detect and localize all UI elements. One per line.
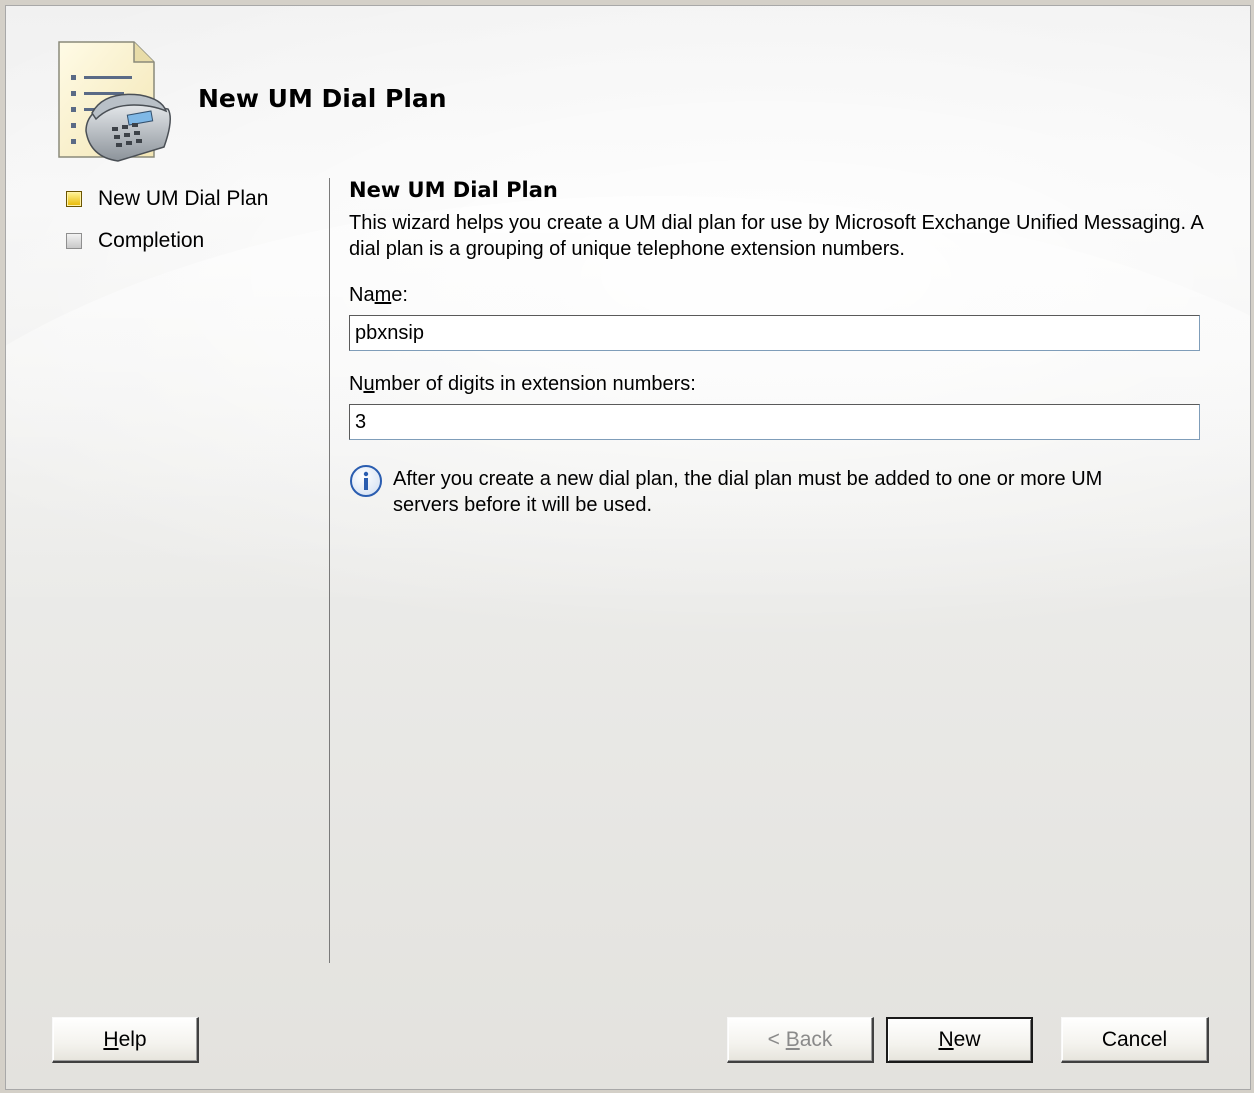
info-icon — [350, 465, 382, 497]
extension-digits-input[interactable] — [349, 404, 1200, 440]
wizard-content: New UM Dial Plan This wizard helps you c… — [349, 178, 1204, 518]
step-label: Completion — [98, 229, 205, 252]
info-note: After you create a new dial plan, the di… — [349, 465, 1204, 518]
step-label: New UM Dial Plan — [98, 187, 269, 210]
name-input[interactable] — [349, 315, 1200, 351]
steps-divider — [329, 178, 330, 963]
wizard-window: New UM Dial Plan New UM Dial Plan Comple… — [5, 5, 1251, 1090]
step-completion[interactable]: Completion — [66, 220, 268, 262]
back-button[interactable]: < Back — [727, 1017, 874, 1063]
inactive-step-icon — [66, 233, 82, 249]
active-step-icon — [66, 191, 82, 207]
cancel-button[interactable]: Cancel — [1061, 1017, 1209, 1063]
info-text: After you create a new dial plan, the di… — [393, 468, 1103, 516]
step-new-um-dial-plan[interactable]: New UM Dial Plan — [66, 178, 268, 220]
phone-plan-icon — [58, 41, 171, 162]
name-label: Name: — [349, 284, 408, 306]
wizard-steps: New UM Dial Plan Completion — [66, 178, 268, 262]
new-button[interactable]: New — [886, 1017, 1033, 1063]
help-button[interactable]: Help — [52, 1017, 199, 1063]
wizard-description: This wizard helps you create a UM dial p… — [349, 212, 1203, 260]
digits-label: Number of digits in extension numbers: — [349, 373, 696, 395]
section-title: New UM Dial Plan — [349, 178, 558, 202]
wizard-header-title: New UM Dial Plan — [198, 84, 447, 113]
